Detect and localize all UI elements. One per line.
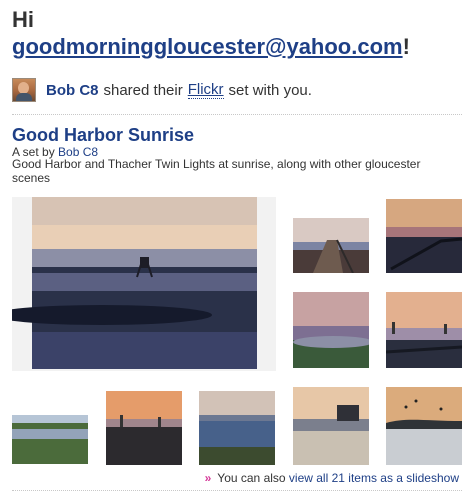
sharer-name[interactable]: Bob C8	[46, 82, 99, 99]
photo-beach-sunrise-chair[interactable]	[12, 401, 88, 464]
divider-top	[12, 114, 462, 115]
share-text-after: set with you.	[228, 81, 312, 99]
email-line: goodmorninggloucester@yahoo.com!	[12, 33, 410, 61]
photo-marsh-grass-image	[106, 391, 182, 465]
photo-beach-sunrise-image	[12, 401, 88, 464]
set-description: Good Harbor and Thacher Twin Lights at s…	[12, 157, 421, 185]
flickr-link[interactable]: Flickr	[187, 81, 224, 99]
greeting: Hi	[12, 7, 34, 32]
photo-lifeguard-chair-image	[12, 197, 257, 369]
photo-pink-sky-shore[interactable]	[293, 292, 369, 368]
footer-prefix: You can also	[217, 471, 286, 485]
view-slideshow-link[interactable]: view all 21 items as a slideshow	[289, 471, 459, 485]
photo-twin-lights-orange-image	[199, 391, 275, 465]
chevron-right-icon: »	[204, 471, 212, 485]
photo-twin-lights-orange-sky[interactable]	[199, 391, 275, 465]
divider-bottom	[12, 490, 462, 491]
share-notice: Bob C8 shared their Flickr set with you.	[12, 78, 312, 102]
photo-mansion-image	[386, 387, 462, 465]
photo-harbor-water-image	[293, 387, 369, 465]
photo-boardwalk-pier[interactable]	[293, 218, 369, 273]
photo-twin-lights-dusk[interactable]	[386, 292, 462, 368]
photo-pink-sky-image	[293, 292, 369, 368]
email-exclaim: !	[402, 34, 410, 59]
slideshow-footer: » You can also view all 21 items as a sli…	[205, 471, 459, 485]
photo-marsh-grass-shore[interactable]	[106, 391, 182, 465]
photo-footbridge-image	[386, 199, 462, 273]
photo-boardwalk-image	[293, 218, 369, 273]
photo-footbridge-dusk[interactable]	[386, 199, 462, 273]
set-title[interactable]: Good Harbor Sunrise	[12, 125, 194, 146]
photo-lifeguard-chair-sunrise[interactable]	[12, 197, 276, 371]
email-link[interactable]: goodmorninggloucester@yahoo.com	[12, 34, 403, 59]
photo-harbor-water-blue[interactable]	[293, 387, 369, 465]
photo-mansion-on-point[interactable]	[386, 387, 462, 465]
share-text-before: shared their	[103, 81, 183, 99]
user-avatar[interactable]	[12, 78, 36, 102]
photo-twin-lights-image	[386, 292, 462, 368]
